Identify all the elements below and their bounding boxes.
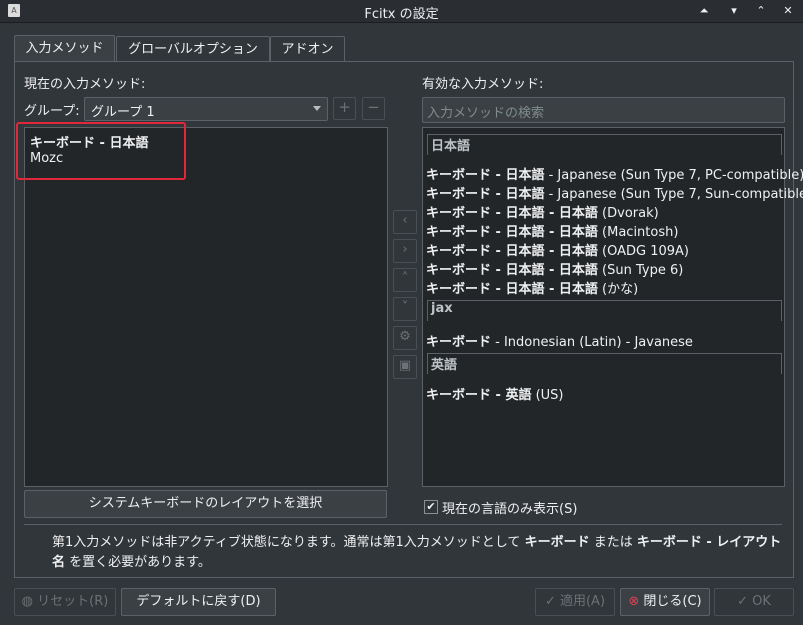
only-current-language-label[interactable]: 現在の言語のみ表示(S) [442,498,577,517]
check-icon: ✓ [544,594,560,609]
group-select[interactable]: グループ 1 [84,97,328,121]
close-circle-icon: ⊗ [628,594,644,609]
chevron-down-icon [313,106,321,111]
list-item[interactable]: キーボード - 日本語 - Japanese (Sun Type 7, Sun-… [426,183,803,202]
remove-group-button[interactable]: − [362,97,385,120]
minimize-icon[interactable]: ▾ [726,3,742,19]
keep-above-icon[interactable]: ⏶ [696,3,712,19]
add-group-button[interactable]: + [333,97,356,120]
group-label: グループ: [24,104,80,119]
tab-addons[interactable]: アドオン [270,36,345,62]
group-header-japanese: 日本語 [427,134,782,155]
list-item[interactable]: キーボード - 日本語 - 日本語 (OADG 109A) [426,240,689,259]
list-item[interactable]: キーボード - 英語 (US) [426,384,564,403]
apply-button[interactable]: ✓ 適用(A) [535,588,615,616]
window-title: Fcitx の設定 [364,7,439,22]
highlight-annotation [16,122,186,180]
available-methods-label: 有効な入力メソッド: [422,77,544,92]
list-item[interactable]: キーボード - 日本語 - 日本語 (Sun Type 6) [426,259,683,278]
list-item[interactable]: キーボード - 日本語 - 日本語 (Dvorak) [426,202,659,221]
move-left-button[interactable]: ‹ [393,210,417,234]
list-item[interactable]: キーボード - 日本語 - 日本語 (Macintosh) [426,221,678,240]
move-right-button[interactable]: › [393,239,417,263]
list-item[interactable]: キーボード - 日本語 - 日本語 (かな) [426,278,638,297]
info-note: 第1入力メソッドは非アクティブ状態になります。通常は第1入力メソッドとして キー… [52,535,782,570]
close-icon[interactable]: ✕ [780,3,796,19]
only-current-language-checkbox[interactable]: ✔ [424,500,438,514]
default-button[interactable]: デフォルトに戻す(D) [121,588,276,616]
current-methods-list[interactable]: キーボード - 日本語 Mozc [24,127,388,487]
close-button[interactable]: ⊗ 閉じる(C) [620,588,710,616]
move-up-button[interactable]: ˄ [393,268,417,292]
maximize-icon[interactable]: ⌃ [753,3,769,19]
reset-button[interactable]: ◍ リセット(R) [14,588,116,616]
search-placeholder: 入力メソッドの検索 [427,106,545,121]
list-item[interactable]: キーボード - 日本語 - Japanese (Sun Type 7, PC-c… [426,164,803,183]
tab-global-options[interactable]: グローバルオプション [116,36,270,62]
ok-button[interactable]: ✓ OK [714,588,794,616]
reset-icon: ◍ [21,594,38,609]
search-input[interactable]: 入力メソッドの検索 [422,97,785,123]
current-methods-label: 現在の入力メソッド: [24,77,146,92]
move-down-button[interactable]: ˅ [393,297,417,321]
keyboard-layout-button[interactable]: ▣ [393,355,417,379]
group-header-english: 英語 [427,353,782,374]
select-layout-button[interactable]: システムキーボードのレイアウトを選択 [24,490,387,518]
divider [24,524,782,525]
tab-input-method[interactable]: 入力メソッド [14,35,115,62]
group-header-jax: jax [427,300,782,321]
title-bar: A Fcitx の設定 ⏶ ▾ ⌃ ✕ [0,0,803,23]
group-select-value: グループ 1 [91,105,155,120]
configure-button[interactable]: ⚙ [393,326,417,350]
check-icon: ✓ [737,594,753,609]
list-item[interactable]: キーボード - Indonesian (Latin) - Javanese [426,331,693,350]
